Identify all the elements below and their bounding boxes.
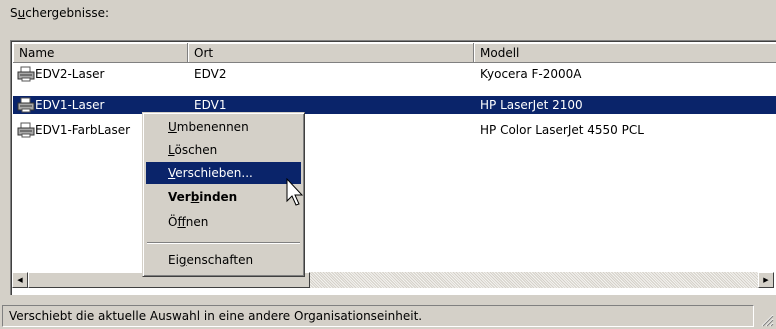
- resize-grip-icon[interactable]: [761, 314, 774, 327]
- scroll-track[interactable]: [310, 272, 758, 288]
- menu-label-part: öschen: [174, 143, 218, 157]
- menu-separator: [147, 242, 300, 244]
- menu-item-connect[interactable]: Verbinden: [146, 186, 301, 208]
- menu-item-delete[interactable]: Löschen: [146, 139, 301, 161]
- arrow-right-icon: ▶: [763, 276, 769, 284]
- context-menu: Umbenennen Löschen Verschieben... Verbin…: [142, 112, 305, 277]
- menu-label-part: fnen: [185, 215, 209, 229]
- arrow-left-icon: ◀: [17, 276, 23, 284]
- column-header-model[interactable]: Modell: [474, 43, 776, 63]
- menu-item-properties[interactable]: Eigenschaften: [146, 249, 301, 271]
- printer-icon: [17, 97, 35, 113]
- menu-label-part: inden: [199, 190, 238, 204]
- menu-accel-key: g: [178, 253, 187, 267]
- search-results-label-part: S: [10, 6, 18, 20]
- scroll-left-button[interactable]: ◀: [12, 272, 28, 288]
- menu-label-part: mbenennen: [176, 120, 249, 134]
- menu-label-part: Ei: [168, 253, 179, 267]
- menu-accel-key: U: [168, 120, 177, 134]
- printer-name: EDV1-Laser: [35, 98, 105, 112]
- printer-location: EDV2: [194, 67, 227, 81]
- menu-accel-key: b: [190, 190, 200, 204]
- printer-location: EDV1: [194, 98, 227, 112]
- printer-name: EDV1-FarbLaser: [35, 123, 131, 137]
- status-text: Verschiebt die aktuelle Auswahl in eine …: [2, 305, 754, 327]
- printer-model: HP Color LaserJet 4550 PCL: [480, 123, 644, 137]
- table-row[interactable]: EDV1-Laser EDV1 HP LaserJet 2100: [13, 96, 776, 114]
- menu-item-rename[interactable]: Umbenennen: [146, 116, 301, 138]
- mouse-cursor-icon: [286, 178, 304, 206]
- column-header-location[interactable]: Ort: [188, 43, 474, 63]
- printer-name: EDV2-Laser: [35, 67, 105, 81]
- menu-item-open[interactable]: Öffnen: [146, 211, 301, 233]
- printer-model: Kyocera F-2000A: [480, 67, 582, 81]
- horizontal-scrollbar[interactable]: ◀ ▶: [10, 271, 776, 289]
- table-row[interactable]: EDV1-FarbLaser HP Color LaserJet 4550 PC…: [13, 121, 776, 139]
- search-results-label-part: chergebnisse:: [25, 6, 110, 20]
- menu-accel-key: f: [177, 215, 186, 229]
- search-results-label: Suchergebnisse:: [10, 6, 109, 20]
- menu-label-part: enschaften: [186, 253, 254, 267]
- search-results-list[interactable]: Name Ort Modell EDV2-Laser EDV2 Kyocera …: [10, 40, 776, 295]
- menu-item-move[interactable]: Verschieben...: [146, 162, 301, 184]
- table-row[interactable]: EDV2-Laser EDV2 Kyocera F-2000A: [13, 65, 776, 83]
- column-header-name[interactable]: Name: [13, 43, 188, 63]
- status-bar: Verschiebt die aktuelle Auswahl in eine …: [0, 304, 776, 329]
- printer-icon: [17, 122, 35, 138]
- printer-icon: [17, 66, 35, 82]
- menu-label-part: erschieben...: [175, 166, 253, 180]
- scroll-right-button[interactable]: ▶: [758, 272, 774, 288]
- column-header-bar: Name Ort Modell: [13, 43, 776, 63]
- printer-model: HP LaserJet 2100: [480, 98, 583, 112]
- menu-label-part: Ver: [168, 190, 191, 204]
